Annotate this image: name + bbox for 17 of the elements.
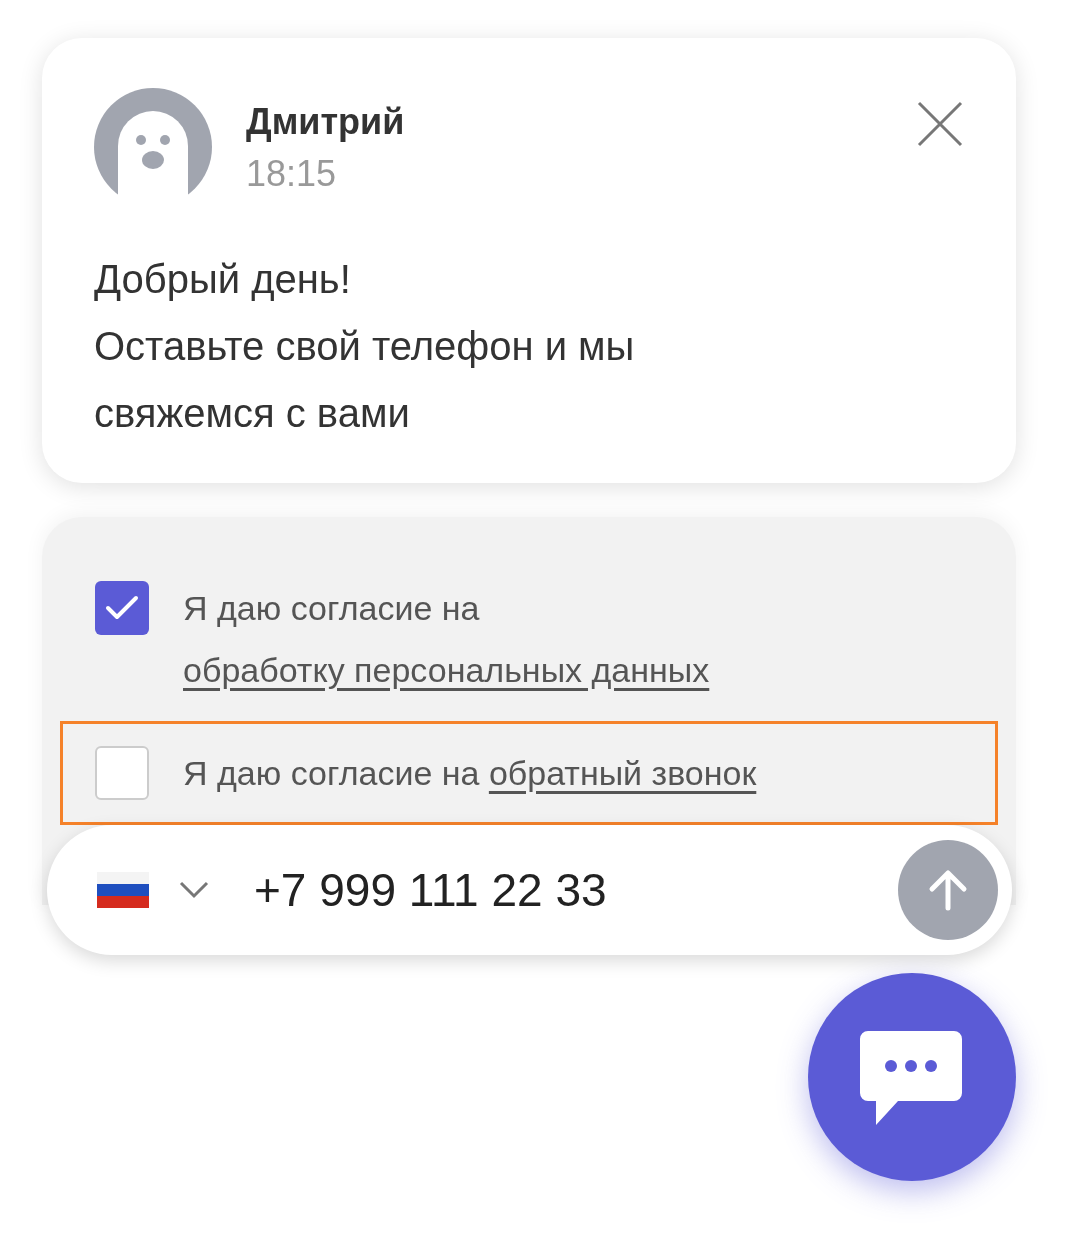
consent-link[interactable]: обратный звонок bbox=[488, 742, 757, 804]
message-text: Добрый день! Оставьте свой телефон и мы свяжемся с вами bbox=[94, 256, 636, 437]
chevron-down-icon[interactable] bbox=[179, 881, 209, 899]
sender-name: Дмитрий bbox=[246, 100, 405, 144]
consent-text: Я даю согласие на обратный звонок bbox=[183, 742, 823, 804]
send-button[interactable] bbox=[898, 840, 998, 940]
checkbox[interactable] bbox=[95, 746, 149, 800]
consent-text: Я даю согласие на обработку персональных данных bbox=[183, 577, 823, 701]
close-button[interactable] bbox=[916, 100, 964, 148]
avatar-icon bbox=[94, 88, 212, 206]
message-time: 18:15 bbox=[246, 152, 338, 196]
phone-number: +7 999 111 22 33 bbox=[254, 862, 607, 918]
consent-link[interactable]: обработку персональных данных bbox=[183, 639, 710, 701]
phone-field[interactable]: +7 999 111 22 33 bbox=[47, 825, 1012, 955]
checkmark-icon bbox=[105, 595, 139, 621]
checkbox[interactable] bbox=[95, 581, 149, 635]
flag-icon bbox=[97, 872, 149, 908]
